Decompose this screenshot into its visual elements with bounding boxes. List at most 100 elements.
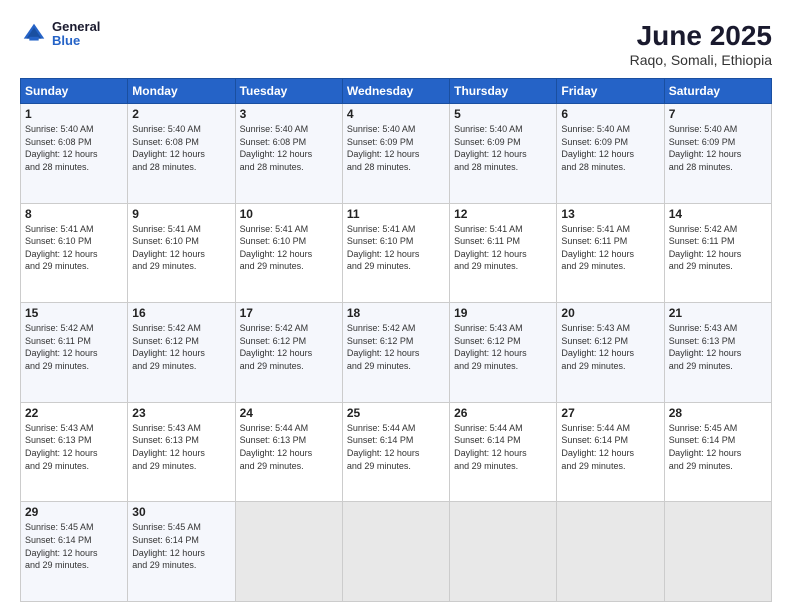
calendar-cell: 28 Sunrise: 5:45 AMSunset: 6:14 PMDayligh… xyxy=(664,402,771,502)
calendar-cell: 2 Sunrise: 5:40 AMSunset: 6:08 PMDaylight… xyxy=(128,104,235,204)
day-info: Sunrise: 5:44 AMSunset: 6:14 PMDaylight:… xyxy=(454,422,552,472)
day-number: 1 xyxy=(25,107,123,121)
day-of-week-monday: Monday xyxy=(128,79,235,104)
calendar-cell: 11Sunrise: 5:41 AMSunset: 6:10 PMDayligh… xyxy=(342,203,449,303)
calendar-cell xyxy=(235,502,342,602)
day-info: Sunrise: 5:43 AMSunset: 6:13 PMDaylight:… xyxy=(25,422,123,472)
calendar-cell: 16Sunrise: 5:42 AMSunset: 6:12 PMDayligh… xyxy=(128,303,235,403)
day-number: 7 xyxy=(669,107,767,121)
day-info: Sunrise: 5:40 AMSunset: 6:09 PMDaylight:… xyxy=(347,123,445,173)
day-info: Sunrise: 5:42 AMSunset: 6:12 PMDaylight:… xyxy=(347,322,445,372)
day-number: 8 xyxy=(25,207,123,221)
day-number: 20 xyxy=(561,306,659,320)
day-number: 15 xyxy=(25,306,123,320)
calendar-cell: 30 Sunrise: 5:45 AMSunset: 6:14 PMDayligh… xyxy=(128,502,235,602)
logo-text: General Blue xyxy=(52,20,100,49)
days-of-week-row: SundayMondayTuesdayWednesdayThursdayFrid… xyxy=(21,79,772,104)
calendar-cell xyxy=(557,502,664,602)
day-number: 14 xyxy=(669,207,767,221)
day-info: Sunrise: 5:44 AMSunset: 6:13 PMDaylight:… xyxy=(240,422,338,472)
day-number: 11 xyxy=(347,207,445,221)
calendar-cell: 13Sunrise: 5:41 AMSunset: 6:11 PMDayligh… xyxy=(557,203,664,303)
calendar-cell: 15 Sunrise: 5:42 AMSunset: 6:11 PMDayligh… xyxy=(21,303,128,403)
day-info: Sunrise: 5:45 AMSunset: 6:14 PMDaylight:… xyxy=(25,521,123,571)
calendar-cell: 19 Sunrise: 5:43 AMSunset: 6:12 PMDayligh… xyxy=(450,303,557,403)
calendar-cell: 17Sunrise: 5:42 AMSunset: 6:12 PMDayligh… xyxy=(235,303,342,403)
header: General Blue June 2025 Raqo, Somali, Eth… xyxy=(20,20,772,68)
calendar-cell: 4 Sunrise: 5:40 AMSunset: 6:09 PMDaylight… xyxy=(342,104,449,204)
day-info: Sunrise: 5:43 AMSunset: 6:12 PMDaylight:… xyxy=(454,322,552,372)
day-info: Sunrise: 5:40 AMSunset: 6:09 PMDaylight:… xyxy=(454,123,552,173)
day-info: Sunrise: 5:40 AMSunset: 6:08 PMDaylight:… xyxy=(132,123,230,173)
day-number: 10 xyxy=(240,207,338,221)
day-number: 18 xyxy=(347,306,445,320)
calendar-cell: 10 Sunrise: 5:41 AMSunset: 6:10 PMDayligh… xyxy=(235,203,342,303)
calendar-header: SundayMondayTuesdayWednesdayThursdayFrid… xyxy=(21,79,772,104)
calendar-cell: 14 Sunrise: 5:42 AMSunset: 6:11 PMDayligh… xyxy=(664,203,771,303)
day-number: 6 xyxy=(561,107,659,121)
day-info: Sunrise: 5:42 AMSunset: 6:11 PMDaylight:… xyxy=(25,322,123,372)
logo: General Blue xyxy=(20,20,100,49)
day-of-week-friday: Friday xyxy=(557,79,664,104)
calendar-cell xyxy=(450,502,557,602)
calendar-cell: 26 Sunrise: 5:44 AMSunset: 6:14 PMDayligh… xyxy=(450,402,557,502)
day-info: Sunrise: 5:40 AMSunset: 6:08 PMDaylight:… xyxy=(240,123,338,173)
calendar-week-2: 8 Sunrise: 5:41 AMSunset: 6:10 PMDaylight… xyxy=(21,203,772,303)
calendar-table: SundayMondayTuesdayWednesdayThursdayFrid… xyxy=(20,78,772,602)
day-number: 30 xyxy=(132,505,230,519)
day-number: 26 xyxy=(454,406,552,420)
day-number: 12 xyxy=(454,207,552,221)
calendar-cell: 27 Sunrise: 5:44 AMSunset: 6:14 PMDayligh… xyxy=(557,402,664,502)
day-number: 24 xyxy=(240,406,338,420)
calendar-subtitle: Raqo, Somali, Ethiopia xyxy=(630,52,772,68)
day-info: Sunrise: 5:41 AMSunset: 6:11 PMDaylight:… xyxy=(561,223,659,273)
day-of-week-wednesday: Wednesday xyxy=(342,79,449,104)
calendar-cell: 6 Sunrise: 5:40 AMSunset: 6:09 PMDaylight… xyxy=(557,104,664,204)
day-info: Sunrise: 5:45 AMSunset: 6:14 PMDaylight:… xyxy=(132,521,230,571)
day-number: 16 xyxy=(132,306,230,320)
day-number: 23 xyxy=(132,406,230,420)
day-info: Sunrise: 5:41 AMSunset: 6:10 PMDaylight:… xyxy=(132,223,230,273)
day-info: Sunrise: 5:41 AMSunset: 6:10 PMDaylight:… xyxy=(25,223,123,273)
logo-general: General xyxy=(52,20,100,34)
calendar-title: June 2025 xyxy=(630,20,772,52)
day-number: 27 xyxy=(561,406,659,420)
title-block: June 2025 Raqo, Somali, Ethiopia xyxy=(630,20,772,68)
calendar-week-3: 15 Sunrise: 5:42 AMSunset: 6:11 PMDayligh… xyxy=(21,303,772,403)
day-of-week-thursday: Thursday xyxy=(450,79,557,104)
calendar-week-4: 22 Sunrise: 5:43 AMSunset: 6:13 PMDayligh… xyxy=(21,402,772,502)
day-info: Sunrise: 5:45 AMSunset: 6:14 PMDaylight:… xyxy=(669,422,767,472)
calendar-cell: 12 Sunrise: 5:41 AMSunset: 6:11 PMDayligh… xyxy=(450,203,557,303)
day-number: 5 xyxy=(454,107,552,121)
day-number: 22 xyxy=(25,406,123,420)
calendar-week-1: 1 Sunrise: 5:40 AMSunset: 6:08 PMDaylight… xyxy=(21,104,772,204)
day-number: 3 xyxy=(240,107,338,121)
calendar-cell: 23 Sunrise: 5:43 AMSunset: 6:13 PMDayligh… xyxy=(128,402,235,502)
day-number: 4 xyxy=(347,107,445,121)
day-info: Sunrise: 5:42 AMSunset: 6:11 PMDaylight:… xyxy=(669,223,767,273)
calendar-cell: 7 Sunrise: 5:40 AMSunset: 6:09 PMDaylight… xyxy=(664,104,771,204)
day-info: Sunrise: 5:42 AMSunset: 6:12 PMDaylight:… xyxy=(240,322,338,372)
calendar-cell: 8 Sunrise: 5:41 AMSunset: 6:10 PMDaylight… xyxy=(21,203,128,303)
calendar-cell: 5 Sunrise: 5:40 AMSunset: 6:09 PMDaylight… xyxy=(450,104,557,204)
day-info: Sunrise: 5:44 AMSunset: 6:14 PMDaylight:… xyxy=(561,422,659,472)
calendar-cell: 25Sunrise: 5:44 AMSunset: 6:14 PMDayligh… xyxy=(342,402,449,502)
day-number: 28 xyxy=(669,406,767,420)
day-info: Sunrise: 5:40 AMSunset: 6:08 PMDaylight:… xyxy=(25,123,123,173)
calendar-cell: 29Sunrise: 5:45 AMSunset: 6:14 PMDayligh… xyxy=(21,502,128,602)
day-info: Sunrise: 5:44 AMSunset: 6:14 PMDaylight:… xyxy=(347,422,445,472)
day-info: Sunrise: 5:43 AMSunset: 6:13 PMDaylight:… xyxy=(132,422,230,472)
calendar-cell: 3 Sunrise: 5:40 AMSunset: 6:08 PMDaylight… xyxy=(235,104,342,204)
calendar-cell: 24 Sunrise: 5:44 AMSunset: 6:13 PMDayligh… xyxy=(235,402,342,502)
day-number: 2 xyxy=(132,107,230,121)
day-info: Sunrise: 5:40 AMSunset: 6:09 PMDaylight:… xyxy=(669,123,767,173)
day-info: Sunrise: 5:41 AMSunset: 6:11 PMDaylight:… xyxy=(454,223,552,273)
day-info: Sunrise: 5:40 AMSunset: 6:09 PMDaylight:… xyxy=(561,123,659,173)
day-of-week-tuesday: Tuesday xyxy=(235,79,342,104)
calendar-body: 1 Sunrise: 5:40 AMSunset: 6:08 PMDaylight… xyxy=(21,104,772,602)
day-number: 19 xyxy=(454,306,552,320)
logo-icon xyxy=(20,20,48,48)
calendar-cell xyxy=(664,502,771,602)
day-info: Sunrise: 5:41 AMSunset: 6:10 PMDaylight:… xyxy=(240,223,338,273)
calendar-cell: 9Sunrise: 5:41 AMSunset: 6:10 PMDaylight… xyxy=(128,203,235,303)
